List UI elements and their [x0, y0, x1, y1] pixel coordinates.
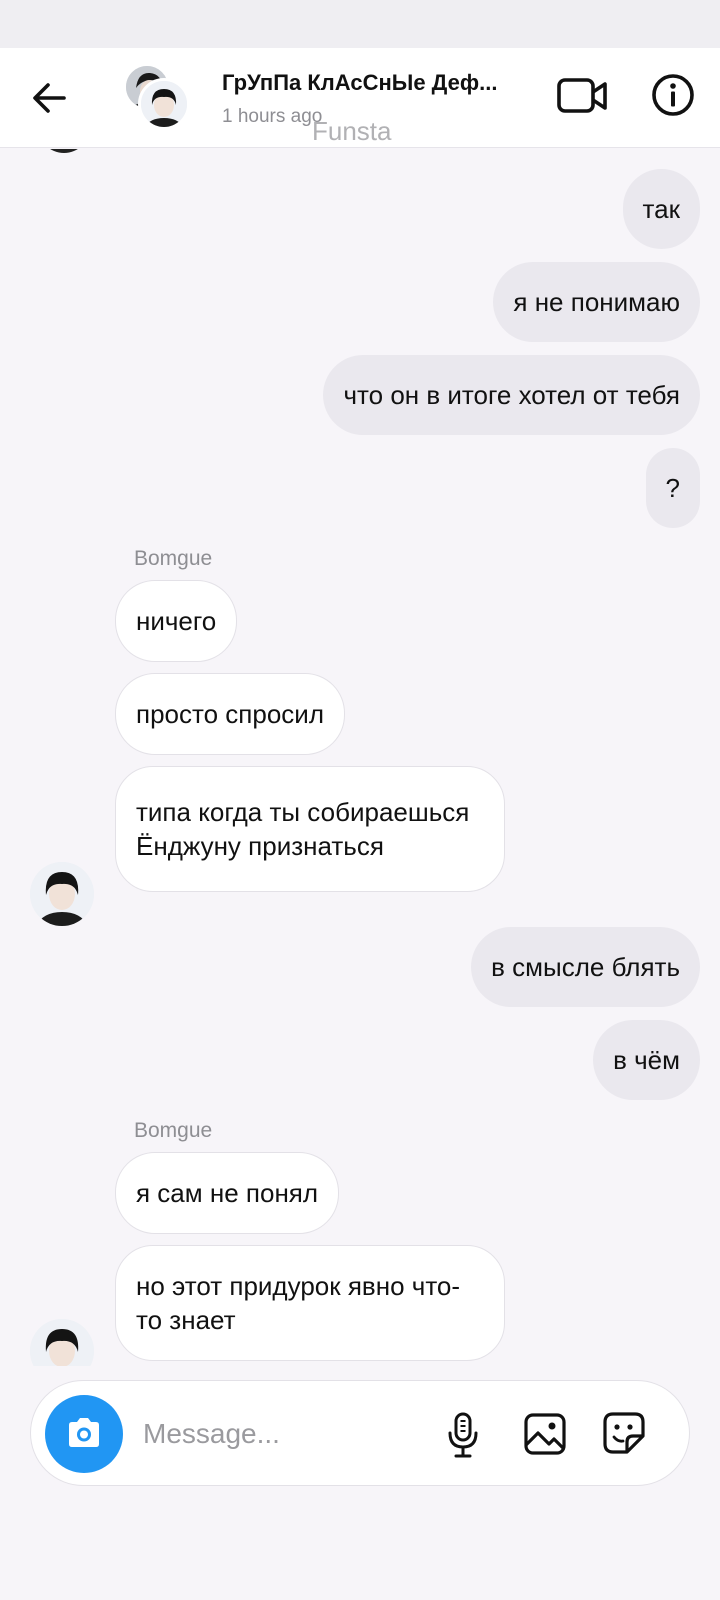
- camera-button[interactable]: [45, 1395, 123, 1473]
- message-bubble-incoming[interactable]: ничего: [115, 580, 238, 662]
- message-bubble-outgoing[interactable]: так: [622, 169, 700, 249]
- watermark-text: Funsta: [312, 116, 392, 146]
- chat-title[interactable]: ГрУпПа КлАсСнЫе Деф...: [222, 70, 532, 96]
- camera-icon: [69, 1418, 99, 1447]
- gallery-button[interactable]: [523, 1412, 567, 1456]
- chat-header: ГрУпПа КлАсСнЫе Деф... 1 hours ago Funst…: [0, 48, 720, 148]
- member-avatar-front: [138, 78, 190, 130]
- image-gallery-icon: [524, 1413, 566, 1455]
- sender-name: Bomgue: [134, 1119, 213, 1142]
- sender-avatar[interactable]: [30, 1319, 94, 1366]
- message-bubble-outgoing[interactable]: я не понимаю: [493, 262, 700, 342]
- status-bar: [0, 0, 720, 48]
- message-bubble-outgoing[interactable]: в чём: [593, 1020, 700, 1100]
- message-bubble-incoming[interactable]: я сам не понял: [115, 1152, 340, 1234]
- arrow-left-icon: [33, 83, 66, 113]
- message-bubble-outgoing[interactable]: ?: [645, 448, 700, 528]
- message-bubble-outgoing[interactable]: что он в итоге хотел от тебя: [323, 355, 700, 435]
- message-input[interactable]: [143, 1411, 433, 1457]
- sticker-icon: [603, 1412, 645, 1454]
- voice-message-button[interactable]: [445, 1411, 481, 1459]
- conversation-info-button[interactable]: [650, 72, 696, 118]
- last-active-status: 1 hours ago: [222, 106, 323, 127]
- video-call-button[interactable]: [556, 72, 610, 120]
- back-button[interactable]: [28, 76, 72, 120]
- sender-name: Bomgue: [134, 547, 213, 570]
- video-camera-icon: [557, 78, 607, 113]
- message-composer: [30, 1380, 690, 1486]
- cropped-avatar-fragment: [38, 149, 90, 153]
- microphone-icon: [448, 1412, 478, 1458]
- info-icon: [652, 74, 694, 116]
- message-bubble-outgoing[interactable]: в смысле блять: [471, 927, 700, 1007]
- message-thread[interactable]: так я не понимаю что он в итоге хотел от…: [0, 149, 720, 1366]
- message-bubble-incoming[interactable]: просто спросил: [115, 673, 345, 755]
- sender-avatar[interactable]: [30, 862, 94, 926]
- message-bubble-incoming[interactable]: типа когда ты собираешься Ёнджуну призна…: [115, 766, 505, 892]
- sticker-button[interactable]: [601, 1410, 647, 1456]
- composer-area: [0, 1366, 720, 1600]
- group-avatar[interactable]: [124, 64, 190, 130]
- message-bubble-incoming[interactable]: но этот придурок явно что-то знает: [115, 1245, 505, 1361]
